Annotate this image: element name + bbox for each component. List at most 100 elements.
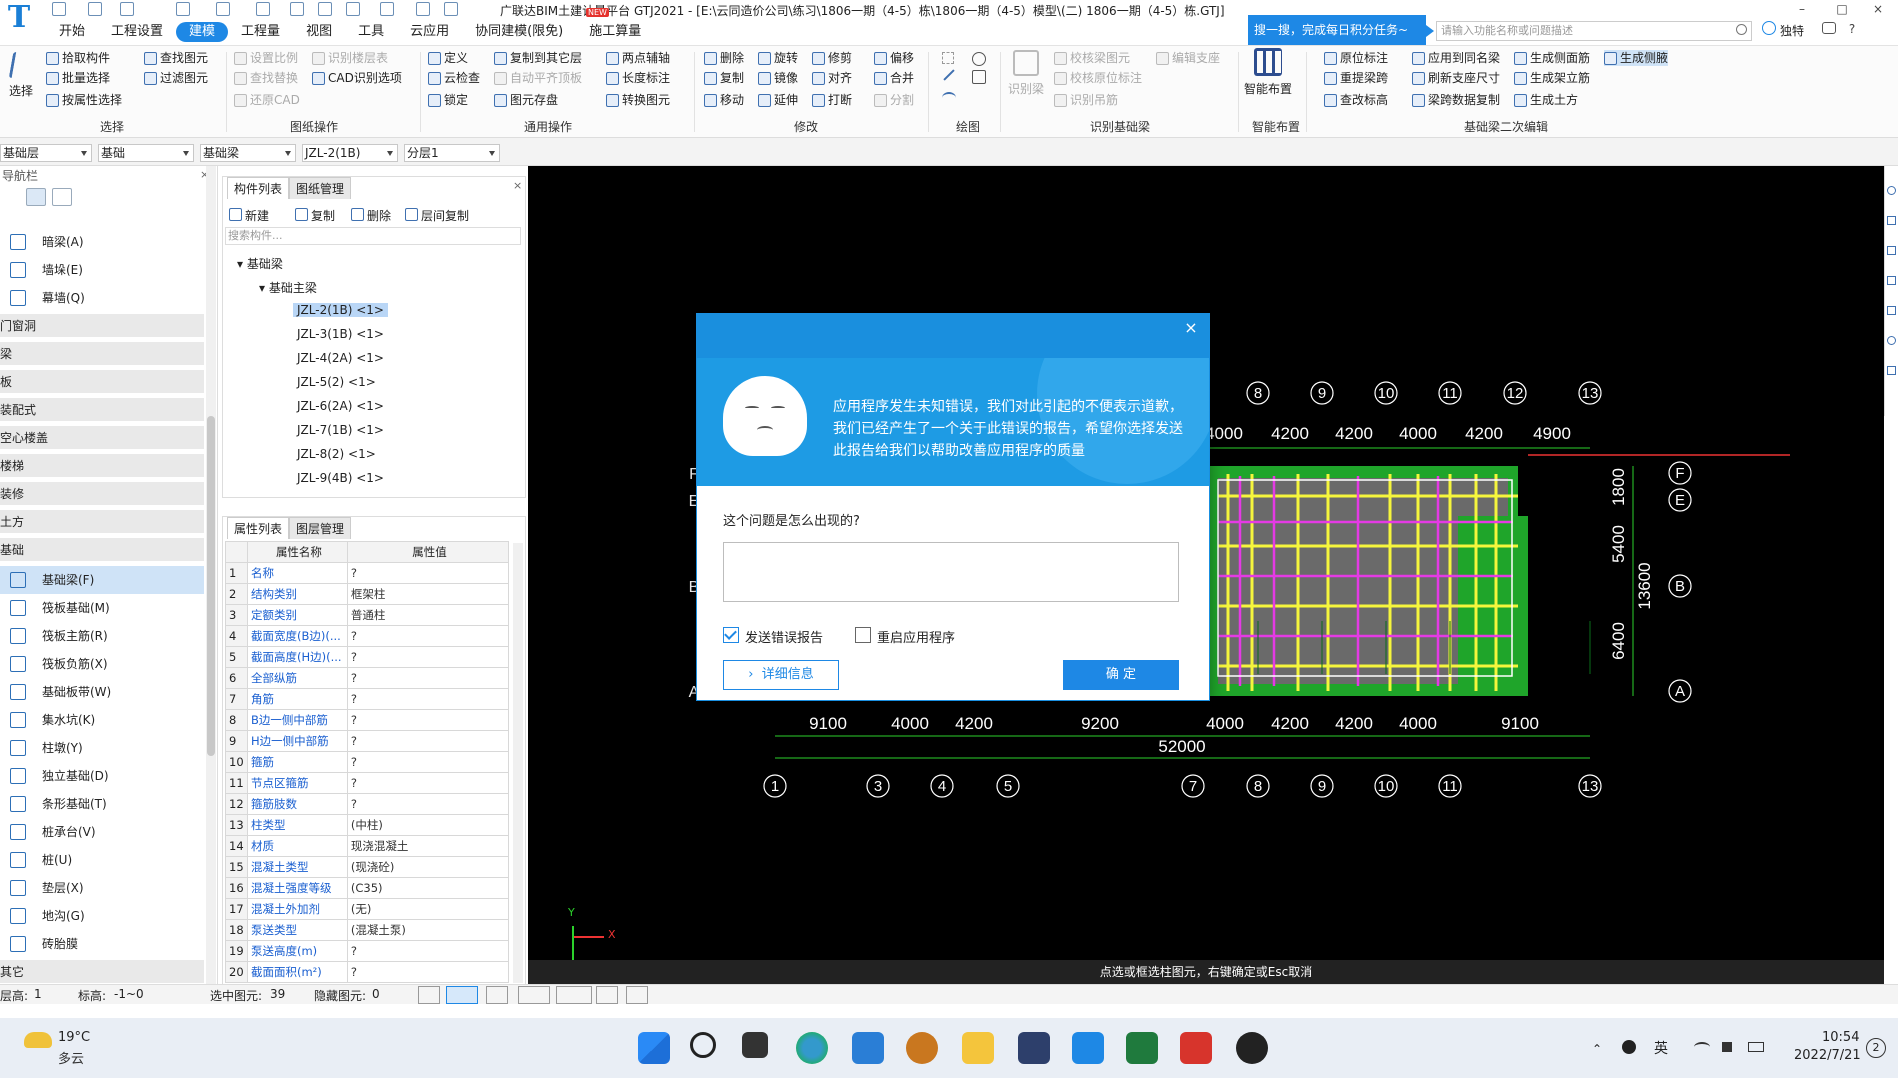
- view-icon[interactable]: [1887, 186, 1896, 195]
- prop-value[interactable]: ?: [346, 772, 510, 794]
- generate-erection-bar[interactable]: 生成架立筋: [1514, 70, 1590, 86]
- clock-time[interactable]: 10:54: [1822, 1030, 1859, 1045]
- break[interactable]: 打断: [812, 92, 852, 108]
- nav-item-curtain-wall[interactable]: 幕墙(Q): [0, 284, 204, 312]
- tab-layer-manage[interactable]: 图层管理: [289, 517, 352, 539]
- prop-value[interactable]: ?: [346, 751, 510, 773]
- nav-section-slab[interactable]: 板: [0, 370, 204, 394]
- tool-icon-7[interactable]: [444, 2, 458, 16]
- length-dimension[interactable]: 长度标注: [606, 70, 670, 86]
- open-icon[interactable]: [52, 2, 66, 16]
- 3d-icon[interactable]: [1887, 216, 1896, 225]
- prop-value[interactable]: ?: [346, 646, 510, 668]
- layer-icon[interactable]: [1887, 276, 1896, 285]
- tool-icon-5[interactable]: [380, 2, 394, 16]
- find-element[interactable]: 查找图元: [144, 50, 208, 66]
- property-row[interactable]: 14 材质 现浇混凝土: [225, 835, 510, 857]
- prop-value[interactable]: ?: [346, 940, 510, 962]
- select-by-attr[interactable]: 按属性选择: [46, 92, 122, 108]
- lock[interactable]: 锁定: [428, 92, 468, 108]
- component-item[interactable]: JZL-8(2) <1>: [297, 447, 376, 461]
- property-row[interactable]: 12 箍筋肢数?: [225, 793, 510, 815]
- angle-toggle-icon[interactable]: [518, 986, 550, 1004]
- snap-toggle-icon[interactable]: [446, 986, 478, 1004]
- task-view-icon[interactable]: [742, 1032, 768, 1058]
- weather-desc[interactable]: 多云: [58, 1048, 84, 1067]
- auto-flush-top-slab[interactable]: 自动平齐顶板: [494, 70, 582, 86]
- menu-tools[interactable]: 工具: [345, 22, 397, 42]
- tab-property-list[interactable]: 属性列表: [227, 517, 290, 539]
- user-avatar-icon[interactable]: [1762, 21, 1776, 35]
- restart-app-checkbox[interactable]: 重启应用程序: [855, 627, 955, 646]
- copy-component-button[interactable]: 复制: [295, 207, 335, 224]
- check-beam-element[interactable]: 校核梁图元: [1054, 50, 1130, 66]
- cross-toggle-icon[interactable]: [486, 986, 508, 1004]
- prop-value[interactable]: ?: [346, 961, 510, 983]
- tool-icon-1[interactable]: [256, 2, 270, 16]
- nav-scroll-thumb[interactable]: [207, 416, 215, 756]
- draw-circle-icon[interactable]: [972, 52, 986, 66]
- property-row[interactable]: 13 柱类型 (中柱): [225, 814, 510, 836]
- cad-icon[interactable]: [1018, 1032, 1050, 1064]
- copy[interactable]: 复制: [704, 70, 744, 86]
- search-icon[interactable]: [1736, 24, 1747, 35]
- convert-element[interactable]: 转换图元: [606, 92, 670, 108]
- start-icon[interactable]: [638, 1032, 670, 1064]
- panel-close-icon[interactable]: ×: [513, 179, 522, 192]
- category-select[interactable]: 基础: [98, 144, 194, 162]
- nav-list-icon[interactable]: [26, 188, 46, 206]
- two-point-aux-axis[interactable]: 两点辅轴: [606, 50, 670, 66]
- original-position-dim[interactable]: 原位标注: [1324, 50, 1388, 66]
- prop-value[interactable]: (现浇砼): [346, 856, 510, 878]
- ortho-toggle-icon[interactable]: [418, 986, 440, 1004]
- prop-value[interactable]: ?: [346, 562, 510, 584]
- property-row[interactable]: 10 箍筋?: [225, 751, 510, 773]
- delete[interactable]: 删除: [704, 50, 744, 66]
- prop-value[interactable]: ?: [346, 709, 510, 731]
- nav-item-trench[interactable]: 地沟(G): [0, 902, 204, 930]
- message-icon[interactable]: [1822, 22, 1836, 34]
- tab-drawing-manage[interactable]: 图纸管理: [289, 177, 352, 199]
- app-logo-icon[interactable]: T: [0, 0, 38, 40]
- property-row[interactable]: 5 截面高度(H边)(...?: [225, 646, 510, 668]
- prop-value[interactable]: ?: [346, 667, 510, 689]
- filter-element[interactable]: 过滤图元: [144, 70, 208, 86]
- component-item[interactable]: JZL-6(2A) <1>: [297, 399, 384, 413]
- component-item[interactable]: JZL-7(1B) <1>: [297, 423, 384, 437]
- nav-item-isolated-footing[interactable]: 独立基础(D): [0, 762, 204, 790]
- define[interactable]: 定义: [428, 50, 468, 66]
- track-toggle-icon[interactable]: [626, 986, 648, 1004]
- bug-icon[interactable]: [1236, 1032, 1268, 1064]
- draw-arc-icon[interactable]: [942, 92, 956, 104]
- settings-view-icon[interactable]: [1887, 366, 1896, 375]
- nav-section-foundation[interactable]: 基础: [0, 538, 204, 562]
- nav-item-brick-form[interactable]: 砖胎膜: [0, 930, 204, 958]
- tab-component-list[interactable]: 构件列表: [227, 177, 290, 199]
- user-name[interactable]: 独特: [1780, 22, 1804, 39]
- property-row[interactable]: 4 截面宽度(B边)(...?: [225, 625, 510, 647]
- tool-icon-3[interactable]: [318, 2, 332, 16]
- ok-button[interactable]: 确 定: [1063, 660, 1179, 690]
- dialog-close-button[interactable]: ×: [1181, 318, 1201, 338]
- align[interactable]: 对齐: [812, 70, 852, 86]
- property-row[interactable]: 9 H边一侧中部筋?: [225, 730, 510, 752]
- property-row[interactable]: 11 节点区箍筋?: [225, 772, 510, 794]
- nav-item-slab-strip[interactable]: 基础板带(W): [0, 678, 204, 706]
- check-modify-elevation[interactable]: 查改标高: [1324, 92, 1388, 108]
- nav-item-raft-main-bar[interactable]: 筏板主筋(R): [0, 622, 204, 650]
- tool-icon-2[interactable]: [290, 2, 304, 16]
- menu-quantity[interactable]: 工程量: [228, 22, 293, 42]
- draw-point-icon[interactable]: [942, 52, 954, 64]
- refresh-support-size[interactable]: 刷新支座尺寸: [1412, 70, 1500, 86]
- problem-description-input[interactable]: [723, 542, 1179, 602]
- prop-value[interactable]: (混凝土泵): [346, 919, 510, 941]
- trim[interactable]: 修剪: [812, 50, 852, 66]
- tree-root[interactable]: ▾ 基础梁: [237, 255, 283, 272]
- nav-item-cushion[interactable]: 垫层(X): [0, 874, 204, 902]
- generate-side-bar[interactable]: 生成侧面筋: [1514, 50, 1590, 66]
- nav-pin-icon[interactable]: [2, 188, 22, 206]
- maximize-button[interactable]: □: [1828, 0, 1856, 18]
- prop-value[interactable]: 现浇混凝土: [346, 835, 510, 857]
- apply-to-same-name-beam[interactable]: 应用到同名梁: [1412, 50, 1500, 66]
- nav-section-prefab[interactable]: 装配式: [0, 398, 204, 422]
